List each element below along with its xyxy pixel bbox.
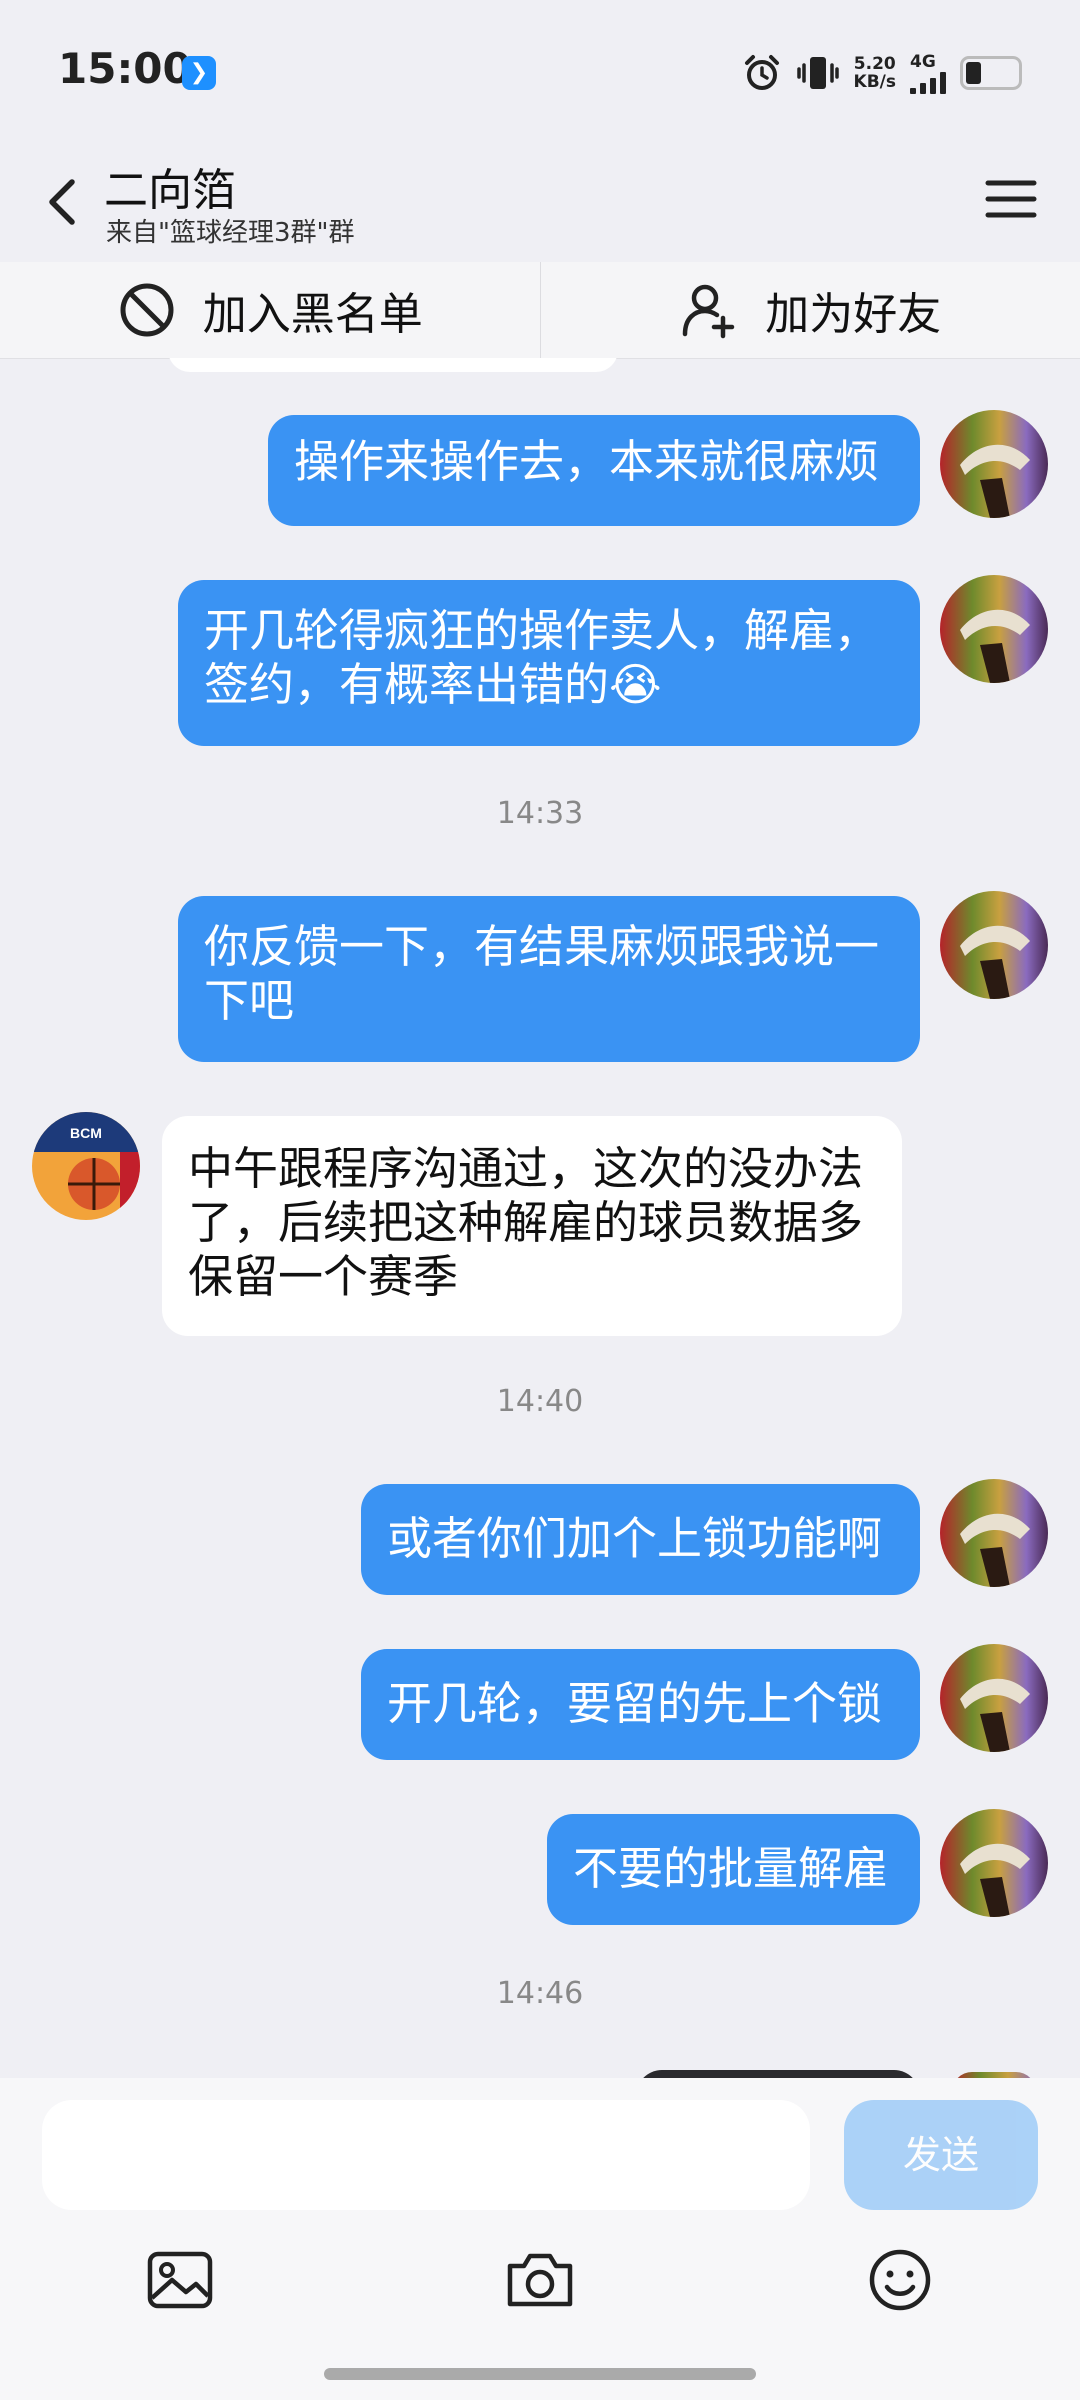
send-button[interactable]: 发送 (844, 2100, 1038, 2210)
image-icon[interactable] (140, 2240, 220, 2320)
my-avatar[interactable] (940, 410, 1048, 518)
add-friend-button[interactable]: 加为好友 (539, 262, 1080, 358)
status-bar: 15:00 ❯ 5.20 KB/s 4G (0, 0, 1080, 140)
partial-message-bubble (168, 358, 618, 372)
net-speed-unit: KB/s (853, 72, 896, 92)
block-button[interactable]: 加入黑名单 (0, 262, 540, 358)
my-avatar[interactable] (940, 1479, 1048, 1587)
block-icon (120, 283, 174, 337)
svg-text:BCM: BCM (70, 1125, 102, 1141)
message-bubble-sent[interactable]: 开几轮，要留的先上个锁 (361, 1649, 920, 1760)
message-bubble-sent[interactable]: 开几轮得疯狂的操作卖人，解雇，签约，有概率出错的😭 (178, 580, 920, 746)
message-bubble-sent[interactable]: 或者你们加个上锁功能啊 (361, 1484, 920, 1595)
message-bubble-sent[interactable]: 你反馈一下，有结果麻烦跟我说一下吧 (178, 896, 920, 1062)
net-speed-value: 5.20 (853, 54, 896, 74)
camera-icon[interactable] (500, 2240, 580, 2320)
emoji-icon[interactable] (860, 2240, 940, 2320)
battery-icon (960, 56, 1022, 90)
avatar-image (940, 891, 1048, 999)
message-timestamp: 14:40 (496, 1384, 584, 1419)
sender-avatar[interactable]: BCM (32, 1112, 140, 1220)
chat-subtitle: 来自"篮球经理3群"群 (106, 218, 355, 248)
message-composer: 发送 (0, 2078, 1080, 2400)
message-list[interactable]: 操作来操作去，本来就很麻烦 开几轮得疯狂的操作卖人，解雇，签约，有概率出错的😭 … (0, 358, 1080, 2078)
add-friend-label: 加为好友 (765, 289, 942, 340)
message-bubble-sent[interactable]: 操作来操作去，本来就很麻烦 (268, 415, 920, 526)
home-indicator[interactable] (324, 2368, 756, 2380)
avatar-image (940, 1479, 1048, 1587)
add-user-icon (683, 284, 735, 339)
partial-message-bubble (636, 2070, 920, 2078)
back-icon[interactable] (36, 160, 96, 240)
my-avatar[interactable] (940, 575, 1048, 683)
avatar-image (940, 1644, 1048, 1752)
message-bubble-received[interactable]: 中午跟程序沟通过，这次的没办法了，后续把这种解雇的球员数据多保留一个赛季 (162, 1116, 902, 1336)
message-input[interactable] (42, 2100, 810, 2210)
message-timestamp: 14:46 (496, 1976, 584, 2011)
alarm-icon (744, 55, 779, 90)
avatar-image: BCM (32, 1112, 140, 1220)
avatar-image (940, 1809, 1048, 1917)
my-avatar[interactable] (940, 1644, 1048, 1752)
avatar-image (940, 575, 1048, 683)
message-bubble-sent[interactable]: 不要的批量解雇 (547, 1814, 920, 1925)
menu-icon[interactable] (978, 166, 1044, 232)
battery-level-fill (966, 62, 981, 84)
app-notification-icon: ❯ (182, 56, 216, 90)
message-timestamp: 14:33 (496, 796, 584, 831)
my-avatar[interactable] (940, 891, 1048, 999)
vibrate-icon (796, 57, 839, 89)
chat-title: 二向箔 (104, 165, 236, 216)
status-time: 15:00 (58, 44, 192, 93)
block-label: 加入黑名单 (202, 289, 423, 340)
stranger-action-bar: 加入黑名单 加为好友 (0, 262, 1080, 359)
network-type: 4G (910, 52, 936, 72)
net-speed: 5.20 KB/s (854, 55, 896, 91)
my-avatar[interactable] (940, 1809, 1048, 1917)
chat-header: 二向箔 来自"篮球经理3群"群 (0, 140, 1080, 260)
avatar-image (940, 410, 1048, 518)
signal-icon (910, 72, 946, 94)
